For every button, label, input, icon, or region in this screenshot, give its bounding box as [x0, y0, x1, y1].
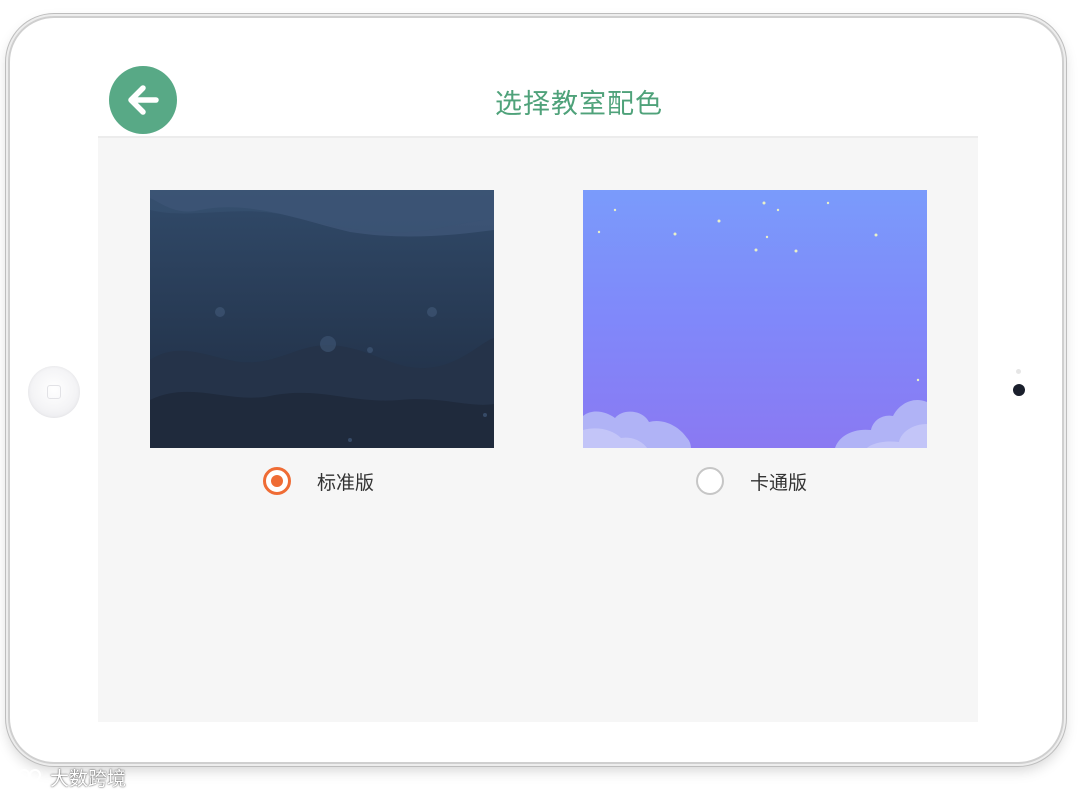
- radio-option-cartoon[interactable]: 卡通版: [696, 466, 807, 496]
- theme-preview-standard[interactable]: [150, 190, 494, 448]
- camera-icon: [1013, 384, 1025, 396]
- light-sensor: [1016, 369, 1021, 374]
- radio-unselected-icon[interactable]: [696, 467, 724, 495]
- home-button-square-icon: [47, 385, 61, 399]
- option-label-cartoon: 卡通版: [750, 471, 808, 494]
- watermark-logo-icon: [10, 769, 41, 786]
- option-label-standard: 标准版: [317, 471, 375, 494]
- header: 选择教室配色: [98, 56, 978, 138]
- radio-selected-icon[interactable]: [263, 467, 291, 495]
- home-button[interactable]: [28, 366, 80, 418]
- theme-selection-area: 标准版 卡通版: [98, 138, 978, 722]
- page-title: 选择教室配色: [495, 89, 663, 120]
- theme-preview-cartoon[interactable]: [583, 190, 927, 448]
- cartoon-theme-image: [583, 190, 927, 448]
- standard-theme-image: [150, 190, 494, 448]
- stage: 选择教室配色 标准版 卡通版 大数跨境: [0, 0, 1080, 796]
- watermark-text: 大数跨境: [50, 767, 127, 790]
- radio-option-standard[interactable]: 标准版: [263, 466, 374, 496]
- app-screen: 选择教室配色 标准版 卡通版: [98, 56, 978, 722]
- watermark: 大数跨境: [10, 764, 126, 790]
